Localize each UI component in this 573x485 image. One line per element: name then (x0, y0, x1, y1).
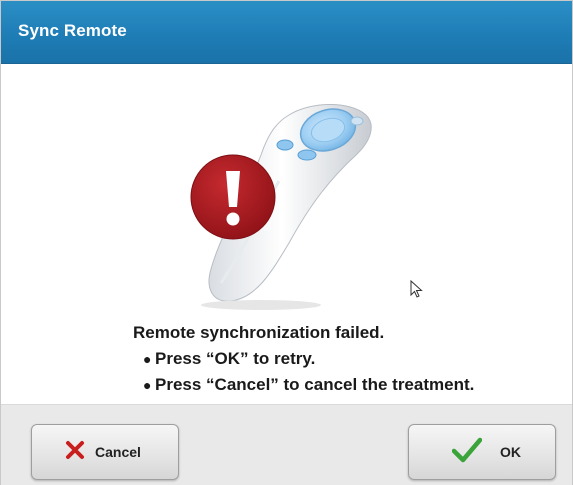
error-message: Remote synchronization failed. ● Press “O… (133, 320, 553, 398)
bullet-dot: ● (143, 377, 152, 393)
button-bar: Cancel OK (1, 404, 572, 485)
remote-control-image (190, 104, 372, 310)
mouse-cursor-icon (410, 280, 423, 298)
x-icon (66, 441, 84, 459)
bullet-item: ● Press “OK” to retry. (133, 346, 553, 372)
remote-illustration (161, 93, 401, 313)
dialog-title: Sync Remote (18, 21, 127, 40)
bullet-item: ● Press “Cancel” to cancel the treatment. (133, 372, 553, 398)
sync-remote-dialog: Sync Remote Remote synchronization faile… (0, 0, 573, 485)
error-heading: Remote synchronization failed. (133, 323, 385, 342)
ok-button-label: OK (500, 444, 521, 460)
bullet-text-cancel: Press “Cancel” to cancel the treatment. (155, 375, 475, 394)
ok-button[interactable]: OK (408, 424, 556, 480)
cancel-button-label: Cancel (95, 444, 141, 460)
bullet-dot: ● (143, 351, 152, 367)
exclamation-alert-icon (190, 154, 276, 240)
checkmark-icon (452, 437, 482, 463)
title-bar: Sync Remote (1, 1, 572, 64)
cancel-button[interactable]: Cancel (31, 424, 179, 480)
bullet-text-retry: Press “OK” to retry. (155, 349, 316, 368)
